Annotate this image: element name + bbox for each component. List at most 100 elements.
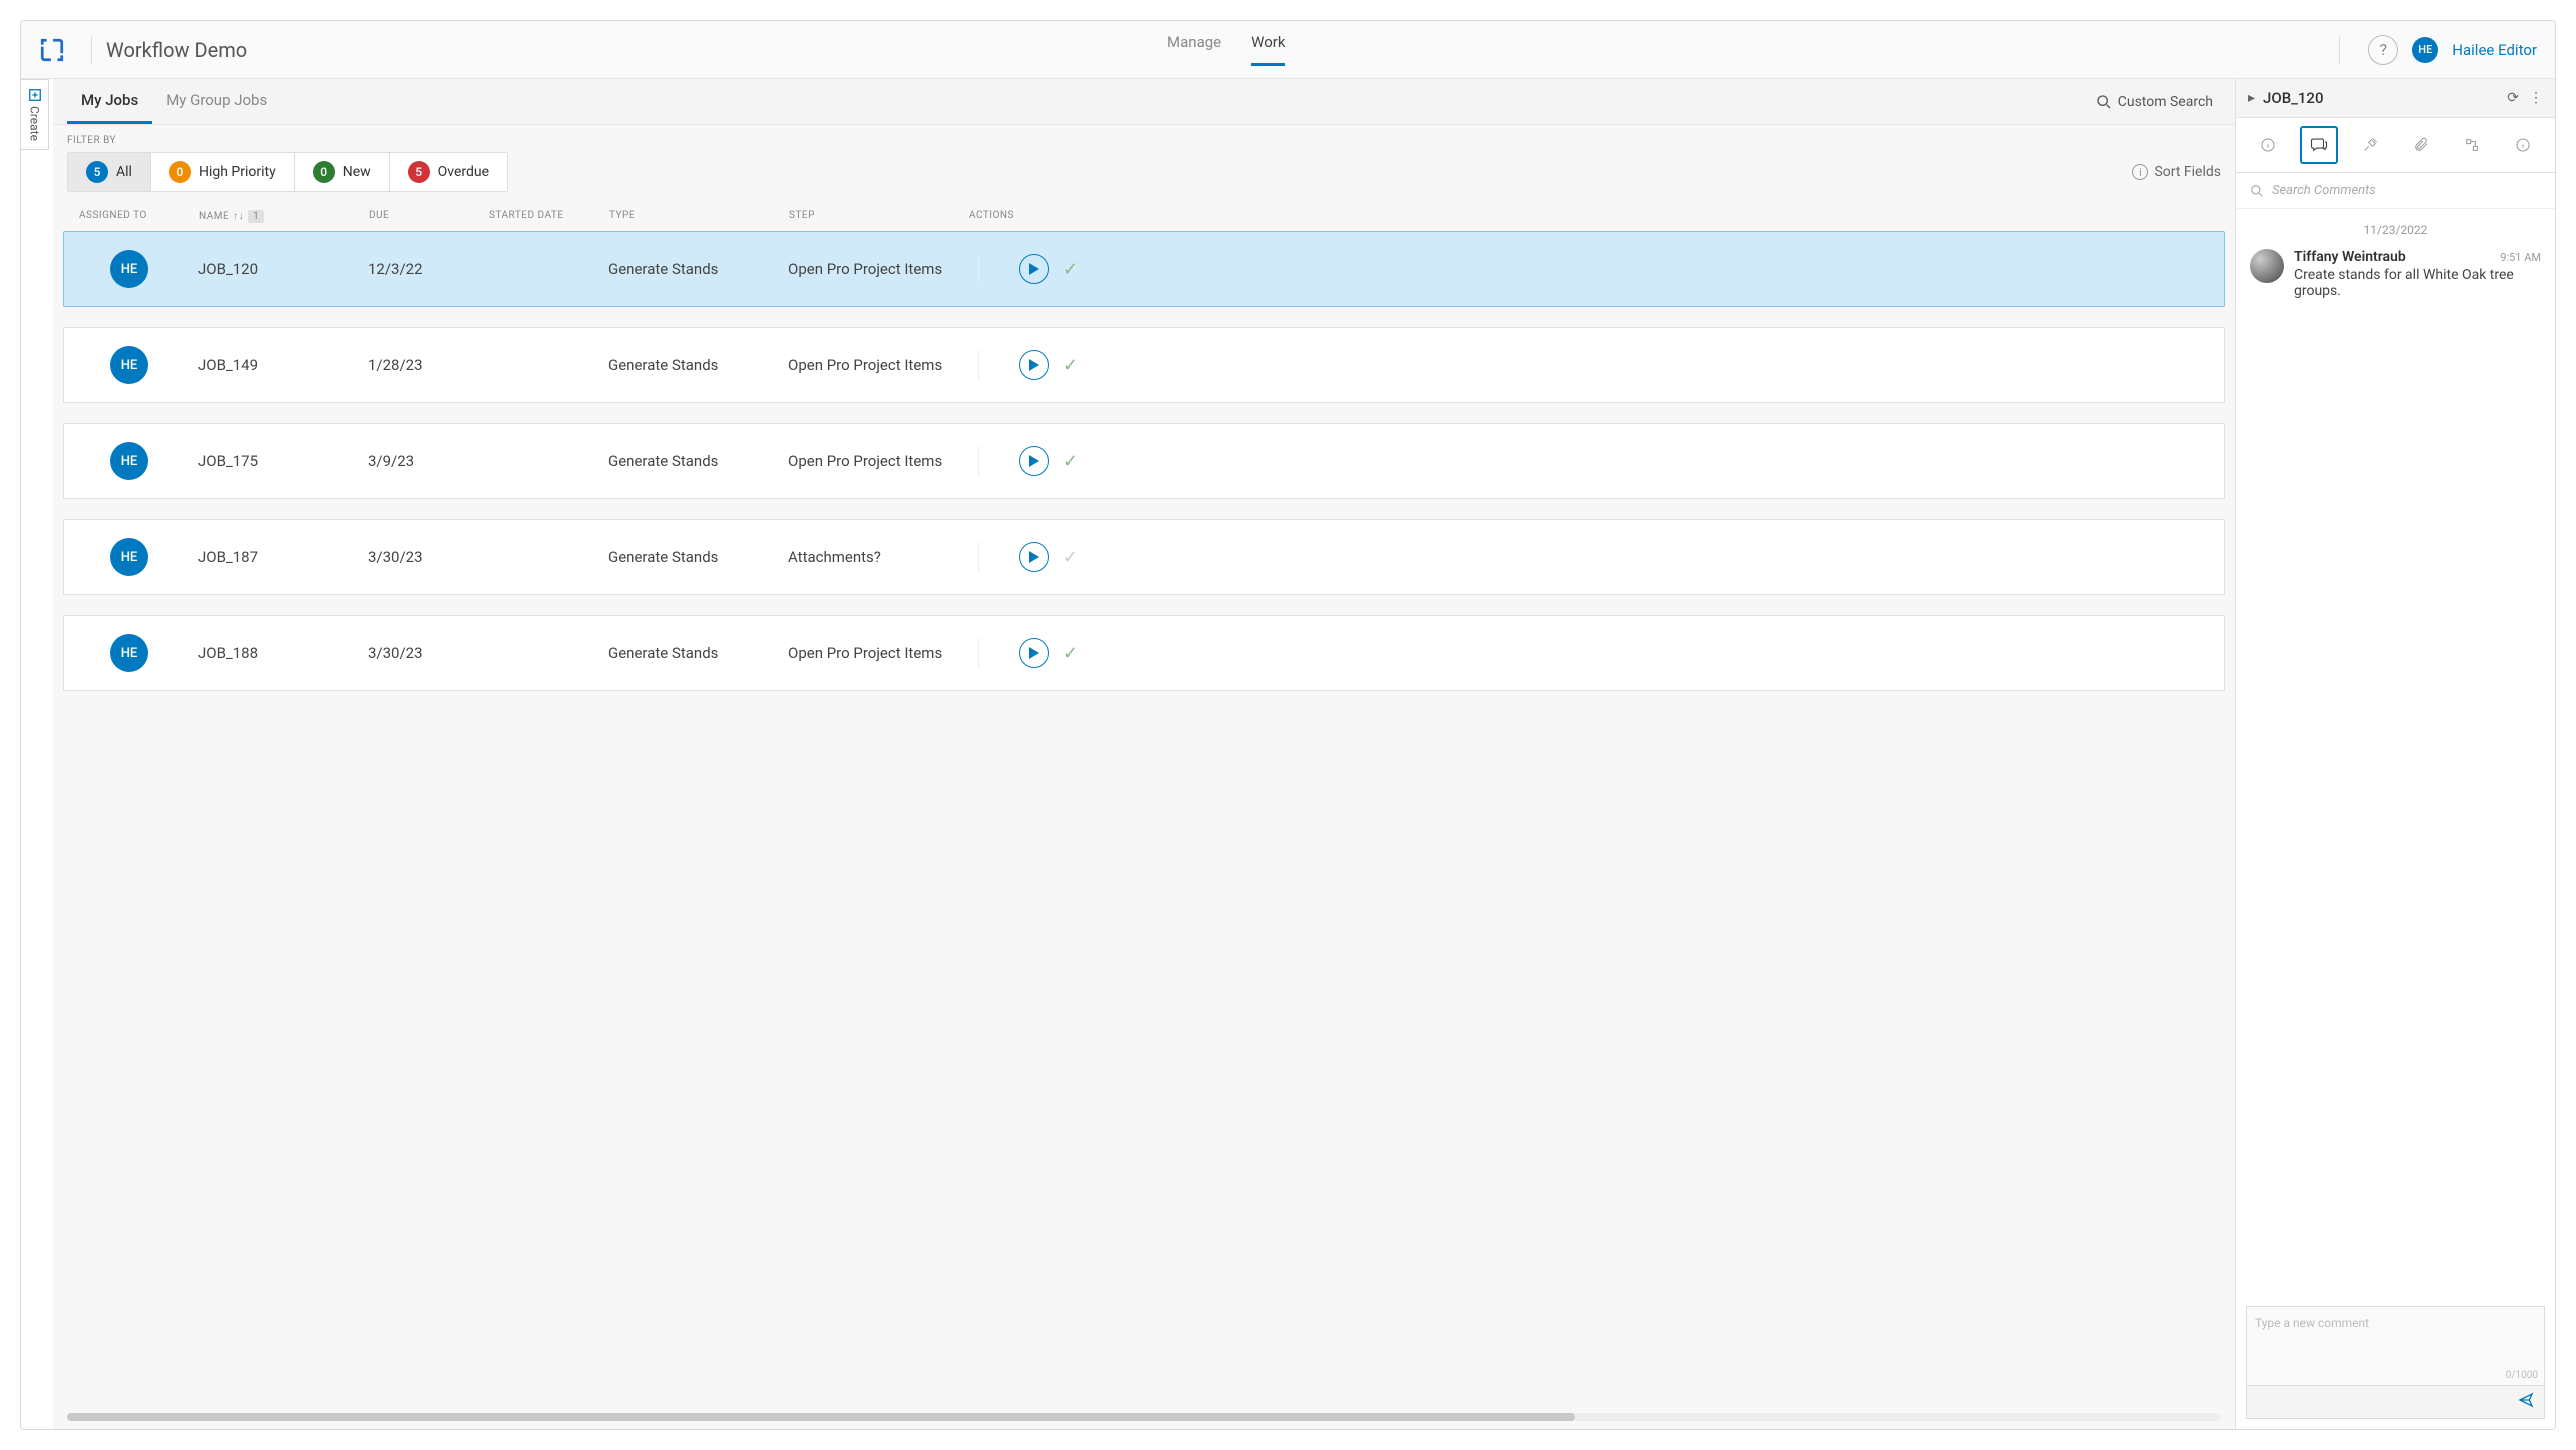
search-comments-placeholder: Search Comments	[2272, 183, 2376, 198]
complete-check-icon[interactable]: ✓	[1063, 259, 1078, 280]
job-actions: ✓	[978, 254, 2208, 284]
comment-author: Tiffany Weintraub	[2294, 249, 2406, 265]
refresh-icon[interactable]: ⟳	[2507, 90, 2519, 106]
filter-new-label: New	[343, 164, 371, 180]
filter-row: 5 All 0 High Priority 0 New 5 Overdue	[53, 152, 2235, 202]
jobs-panel: My Jobs My Group Jobs Custom Search FILT…	[53, 79, 2235, 1429]
header-right: ? HE Hailee Editor	[2325, 35, 2537, 65]
col-started[interactable]: STARTED DATE	[489, 210, 609, 223]
job-avatar: HE	[110, 538, 148, 576]
create-tab-label: Create	[28, 106, 42, 141]
col-due[interactable]: DUE	[369, 210, 489, 223]
create-tab[interactable]: Create	[21, 79, 49, 150]
detail-tab-comments[interactable]	[2300, 126, 2338, 164]
search-comments[interactable]: Search Comments	[2236, 173, 2555, 209]
col-type[interactable]: TYPE	[609, 210, 789, 223]
complete-check-icon[interactable]: ✓	[1063, 547, 1078, 568]
job-row[interactable]: HE JOB_188 3/30/23 Generate Stands Open …	[63, 615, 2225, 691]
job-row[interactable]: HE JOB_187 3/30/23 Generate Stands Attac…	[63, 519, 2225, 595]
run-button[interactable]	[1019, 254, 1049, 284]
complete-check-icon[interactable]: ✓	[1063, 643, 1078, 664]
complete-check-icon[interactable]: ✓	[1063, 451, 1078, 472]
col-name-label: NAME	[199, 211, 229, 222]
job-actions: ✓	[978, 638, 2208, 668]
run-button[interactable]	[1019, 350, 1049, 380]
job-avatar: HE	[110, 442, 148, 480]
comment-input[interactable]: Type a new comment 0/1000	[2246, 1306, 2545, 1386]
comment-item: Tiffany Weintraub 9:51 AM Create stands …	[2236, 249, 2555, 313]
col-step[interactable]: STEP	[789, 210, 969, 223]
filter-high-label: High Priority	[199, 164, 276, 180]
filter-new-count: 0	[313, 161, 335, 183]
col-actions: ACTIONS	[969, 210, 2209, 223]
job-type: Generate Stands	[608, 356, 788, 374]
detail-tab-diagram[interactable]	[2453, 126, 2491, 164]
detail-tab-history[interactable]	[2504, 126, 2542, 164]
job-avatar: HE	[110, 346, 148, 384]
comment-avatar	[2250, 249, 2284, 283]
run-button[interactable]	[1019, 638, 1049, 668]
filter-overdue-count: 5	[408, 161, 430, 183]
jobs-list: HE JOB_120 12/3/22 Generate Stands Open …	[53, 231, 2235, 1405]
job-due: 3/30/23	[368, 644, 488, 662]
job-due: 12/3/22	[368, 260, 488, 278]
horizontal-scrollbar[interactable]	[67, 1413, 2221, 1421]
send-icon[interactable]	[2518, 1392, 2534, 1408]
filter-high-count: 0	[169, 161, 191, 183]
help-icon[interactable]: ?	[2368, 35, 2398, 65]
detail-panel: ▸ JOB_120 ⟳ ⋮	[2235, 79, 2555, 1429]
comment-input-area: Type a new comment 0/1000	[2236, 1296, 2555, 1429]
job-actions: ✓	[978, 542, 2208, 572]
collapse-chevron-icon[interactable]: ▸	[2248, 90, 2255, 106]
job-step: Attachments?	[788, 548, 968, 566]
run-button[interactable]	[1019, 542, 1049, 572]
filter-pills: 5 All 0 High Priority 0 New 5 Overdue	[67, 152, 508, 192]
detail-tab-attachments[interactable]	[2402, 126, 2440, 164]
job-row[interactable]: HE JOB_120 12/3/22 Generate Stands Open …	[63, 231, 2225, 307]
nav-manage[interactable]: Manage	[1167, 33, 1221, 66]
job-type: Generate Stands	[608, 452, 788, 470]
detail-tab-info[interactable]	[2249, 126, 2287, 164]
app-logo-icon	[39, 37, 65, 63]
job-due: 3/9/23	[368, 452, 488, 470]
col-name[interactable]: NAME ↑↓ 1	[199, 210, 369, 223]
job-row[interactable]: HE JOB_175 3/9/23 Generate Stands Open P…	[63, 423, 2225, 499]
job-row[interactable]: HE JOB_149 1/28/23 Generate Stands Open …	[63, 327, 2225, 403]
detail-tab-properties[interactable]	[2351, 126, 2389, 164]
job-step: Open Pro Project Items	[788, 452, 968, 470]
job-type: Generate Stands	[608, 548, 788, 566]
sort-fields[interactable]: i Sort Fields	[2132, 164, 2221, 180]
tab-my-jobs[interactable]: My Jobs	[67, 79, 152, 124]
app-title: Workflow Demo	[106, 38, 247, 62]
char-count: 0/1000	[2506, 1370, 2538, 1381]
search-icon	[2250, 184, 2264, 198]
nav-work[interactable]: Work	[1251, 33, 1285, 66]
create-plus-icon	[28, 88, 42, 102]
complete-check-icon[interactable]: ✓	[1063, 355, 1078, 376]
user-avatar[interactable]: HE	[2412, 37, 2438, 63]
header-divider-right	[2339, 36, 2340, 64]
date-divider: 11/23/2022	[2236, 209, 2555, 249]
job-due: 3/30/23	[368, 548, 488, 566]
filter-all[interactable]: 5 All	[68, 153, 151, 191]
filter-all-count: 5	[86, 161, 108, 183]
col-assigned[interactable]: ASSIGNED TO	[79, 210, 199, 223]
user-name[interactable]: Hailee Editor	[2452, 41, 2537, 59]
job-name: JOB_120	[198, 260, 368, 278]
more-icon[interactable]: ⋮	[2529, 90, 2543, 106]
job-avatar: HE	[110, 250, 148, 288]
sort-fields-label: Sort Fields	[2154, 164, 2221, 180]
sort-priority-badge: 1	[248, 210, 264, 223]
run-button[interactable]	[1019, 446, 1049, 476]
scrollbar-thumb[interactable]	[67, 1413, 1575, 1421]
filter-new[interactable]: 0 New	[295, 153, 390, 191]
job-step: Open Pro Project Items	[788, 356, 968, 374]
custom-search[interactable]: Custom Search	[2088, 86, 2221, 118]
tab-my-group-jobs[interactable]: My Group Jobs	[152, 79, 281, 124]
filter-overdue-label: Overdue	[438, 164, 489, 180]
filter-high-priority[interactable]: 0 High Priority	[151, 153, 295, 191]
filter-overdue[interactable]: 5 Overdue	[390, 153, 507, 191]
comment-time: 9:51 AM	[2500, 251, 2541, 264]
tabs-row: My Jobs My Group Jobs Custom Search	[53, 79, 2235, 125]
info-icon: i	[2132, 164, 2148, 180]
